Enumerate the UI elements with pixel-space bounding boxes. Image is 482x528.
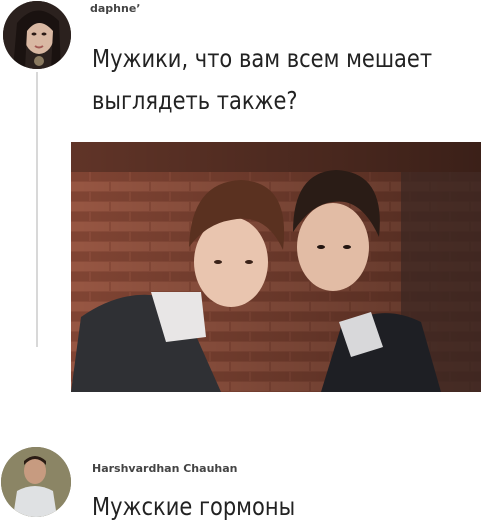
reply-text: Мужские гормоны bbox=[92, 492, 296, 521]
post-text-line-1: Мужики, что вам всем мешает bbox=[92, 44, 433, 73]
two-men-photo bbox=[71, 142, 481, 392]
post-text-line-2: выглядеть также? bbox=[92, 86, 298, 115]
post-author-name[interactable]: daphneʼ bbox=[90, 2, 140, 15]
profile-photo-icon bbox=[1, 447, 71, 517]
reply-author-name[interactable]: Harshvardhan Chauhan bbox=[92, 462, 237, 475]
thread-line bbox=[36, 72, 38, 347]
post-photo[interactable] bbox=[71, 142, 481, 392]
avatar-daphne[interactable] bbox=[3, 1, 71, 69]
avatar-harshvardhan[interactable] bbox=[1, 447, 71, 517]
profile-photo-icon bbox=[3, 1, 71, 69]
